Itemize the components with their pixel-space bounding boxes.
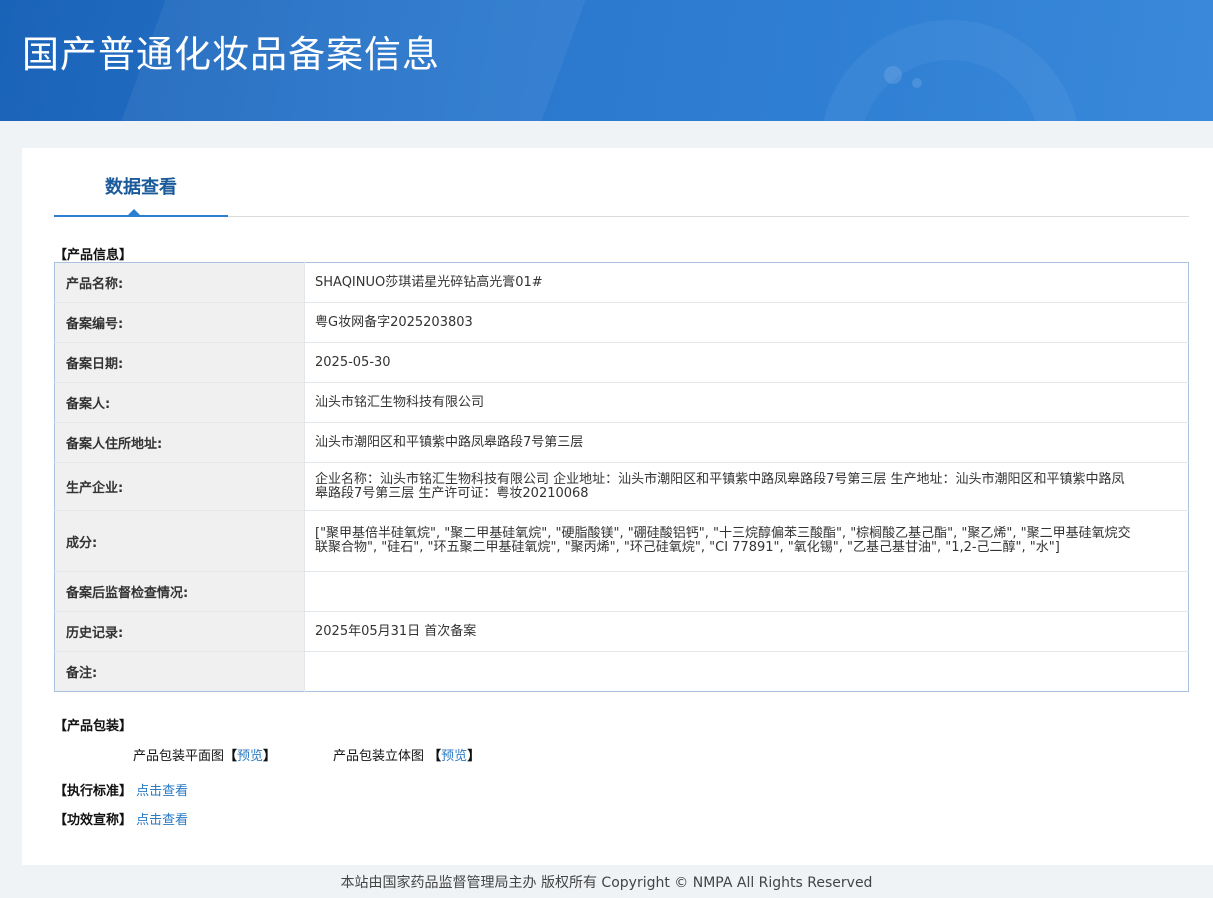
- row-value: 2025-05-30: [304, 342, 1189, 383]
- tab-data-view[interactable]: 数据查看: [54, 174, 228, 218]
- row-value: 粤G妆网备字2025203803: [304, 302, 1189, 343]
- efficacy-row: 【功效宣称】 点击查看: [54, 809, 188, 828]
- row-label: 历史记录:: [54, 611, 305, 652]
- table-row: 备案人: 汕头市铭汇生物科技有限公司: [54, 382, 1189, 423]
- package-stereo-preview-link[interactable]: 预览: [441, 749, 467, 764]
- banner-decoration: [884, 66, 902, 84]
- row-label: 产品名称:: [54, 262, 305, 303]
- row-label: 备案日期:: [54, 342, 305, 383]
- row-value: 汕头市潮阳区和平镇紫中路凤皋路段7号第三层: [304, 422, 1189, 463]
- efficacy-view-link[interactable]: 点击查看: [136, 813, 188, 828]
- table-row: 备案后监督检查情况:: [54, 571, 1189, 612]
- efficacy-title: 【功效宣称】: [54, 813, 133, 828]
- product-info-table: 产品名称: SHAQINUO莎琪诺星光碎钻高光膏01# 备案编号: 粤G妆网备字…: [54, 262, 1189, 692]
- tab-active-indicator: [54, 215, 228, 217]
- row-label: 备案后监督检查情况:: [54, 571, 305, 612]
- bracket: 】: [263, 749, 277, 764]
- table-row: 产品名称: SHAQINUO莎琪诺星光碎钻高光膏01#: [54, 262, 1189, 303]
- row-label: 备案人住所地址:: [54, 422, 305, 463]
- table-row: 备案日期: 2025-05-30: [54, 342, 1189, 383]
- row-value: 企业名称：汕头市铭汇生物科技有限公司 企业地址：汕头市潮阳区和平镇紫中路凤皋路段…: [304, 462, 1189, 511]
- banner-decoration: [820, 20, 1080, 121]
- page-title: 国产普通化妆品备案信息: [22, 33, 440, 76]
- footer-copyright: 本站由国家药品监督管理局主办 版权所有 Copyright © NMPA All…: [340, 875, 873, 891]
- banner-decoration: [912, 78, 922, 88]
- tab-caret-icon: [128, 209, 140, 215]
- bracket: 【: [224, 749, 238, 764]
- table-row: 成分: ["聚甲基倍半硅氧烷", "聚二甲基硅氧烷", "硬脂酸镁", "硼硅酸…: [54, 510, 1189, 572]
- package-flat-preview-link[interactable]: 预览: [237, 749, 263, 764]
- row-value: 汕头市铭汇生物科技有限公司: [304, 382, 1189, 423]
- package-flat-row: 产品包装平面图【预览】: [133, 745, 276, 764]
- table-row: 历史记录: 2025年05月31日 首次备案: [54, 611, 1189, 652]
- package-stereo-label: 产品包装立体图: [333, 749, 425, 764]
- row-label: 成分:: [54, 510, 305, 572]
- bracket: 【: [428, 749, 442, 764]
- row-label: 备案人:: [54, 382, 305, 423]
- bracket: 】: [467, 749, 481, 764]
- row-value: SHAQINUO莎琪诺星光碎钻高光膏01#: [304, 262, 1189, 303]
- packaging-title: 【产品包装】: [54, 719, 133, 734]
- row-value: 2025年05月31日 首次备案: [304, 611, 1189, 652]
- header-banner: 国产普通化妆品备案信息: [0, 0, 1213, 121]
- row-label: 备案编号:: [54, 302, 305, 343]
- tab-divider: [228, 216, 1189, 217]
- table-row: 生产企业: 企业名称：汕头市铭汇生物科技有限公司 企业地址：汕头市潮阳区和平镇紫…: [54, 462, 1189, 511]
- row-value: [305, 652, 1189, 692]
- package-stereo-row: 产品包装立体图 【预览】: [333, 745, 480, 764]
- row-value: [304, 571, 1189, 612]
- standard-view-link[interactable]: 点击查看: [136, 784, 188, 799]
- row-label: 备注:: [54, 651, 305, 692]
- row-value: ["聚甲基倍半硅氧烷", "聚二甲基硅氧烷", "硬脂酸镁", "硼硅酸铝钙",…: [304, 510, 1189, 572]
- row-label: 生产企业:: [54, 462, 305, 511]
- table-row: 备案人住所地址: 汕头市潮阳区和平镇紫中路凤皋路段7号第三层: [54, 422, 1189, 463]
- table-row: 备注:: [54, 651, 1189, 692]
- package-flat-label: 产品包装平面图: [133, 749, 225, 764]
- main-panel: 数据查看 【产品信息】 产品名称: SHAQINUO莎琪诺星光碎钻高光膏01# …: [22, 148, 1213, 865]
- standard-title: 【执行标准】: [54, 784, 133, 799]
- table-row: 备案编号: 粤G妆网备字2025203803: [54, 302, 1189, 343]
- standard-row: 【执行标准】 点击查看: [54, 780, 188, 799]
- product-info-title: 【产品信息】: [54, 248, 133, 263]
